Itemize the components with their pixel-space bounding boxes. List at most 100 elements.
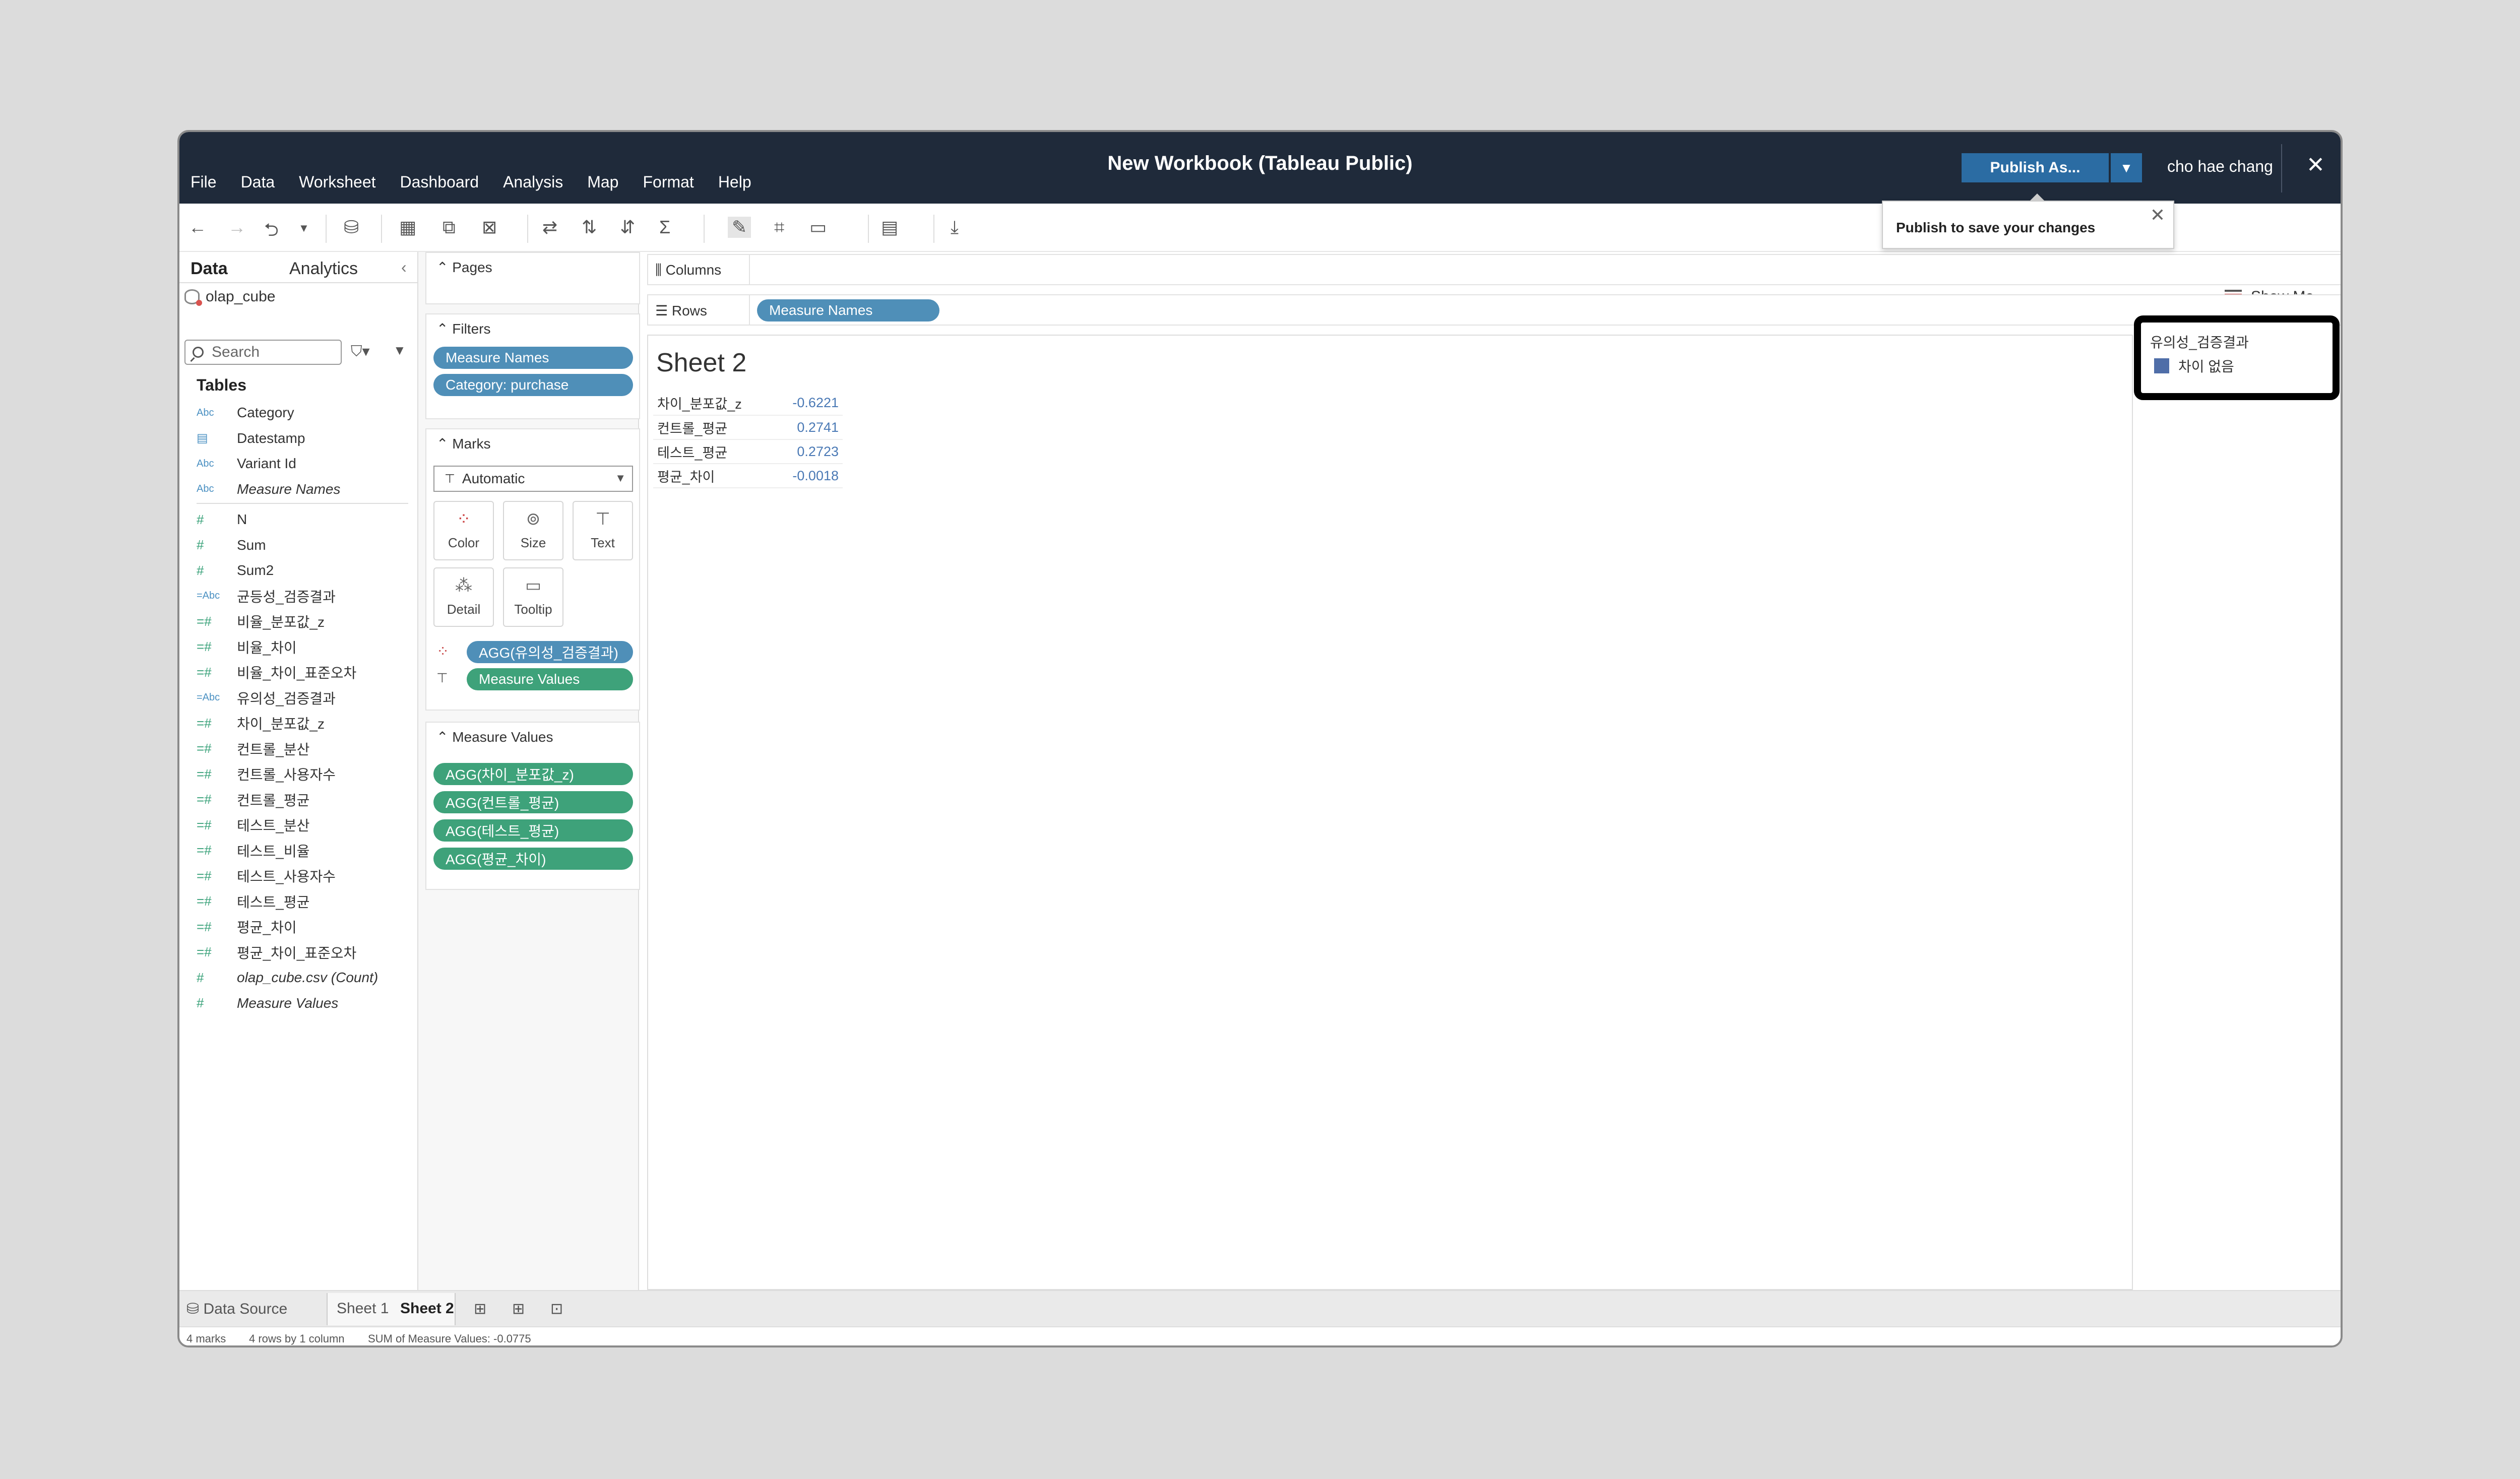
- tab-sheet-1[interactable]: Sheet 1: [337, 1300, 389, 1317]
- field-item[interactable]: =# 비율_분포값_z: [197, 609, 408, 634]
- marks-text-pill[interactable]: Measure Values: [467, 668, 633, 690]
- table-row[interactable]: 차이_분포값_z -0.6221: [653, 391, 843, 416]
- field-item[interactable]: =# 평균_차이_표준오차: [197, 940, 408, 966]
- publish-as-button[interactable]: Publish As...: [1962, 153, 2109, 182]
- close-icon[interactable]: ✕: [2150, 205, 2165, 226]
- table-row[interactable]: 컨트롤_평균 0.2741: [653, 415, 843, 440]
- field-item[interactable]: =Abc 유의성_검증결과: [197, 685, 408, 711]
- field-item[interactable]: =# 테스트_비율: [197, 838, 408, 864]
- close-icon[interactable]: ✕: [2306, 152, 2325, 178]
- size-button[interactable]: ⊚ Size: [503, 501, 563, 560]
- field-item[interactable]: =# 컨트롤_평균: [197, 787, 408, 813]
- duplicate-sheet-icon[interactable]: ⧉: [443, 217, 456, 238]
- field-item[interactable]: # olap_cube.csv (Count): [197, 965, 408, 991]
- menu-data[interactable]: Data: [241, 173, 275, 191]
- field-item[interactable]: =# 평균_차이: [197, 914, 408, 940]
- field-item[interactable]: =# 테스트_평균: [197, 889, 408, 915]
- rows-shelf[interactable]: ☰ Rows Measure Names: [647, 294, 2341, 326]
- new-story-icon[interactable]: ⊡: [550, 1300, 563, 1318]
- legend-area: [2135, 335, 2341, 1290]
- color-button[interactable]: ⁘ Color: [433, 501, 494, 560]
- highlight-icon[interactable]: ✎: [728, 217, 751, 238]
- chevron-down-icon[interactable]: ▼: [298, 222, 309, 235]
- new-datasource-icon[interactable]: ⛁: [344, 217, 359, 238]
- sort-descending-icon[interactable]: ⇵: [620, 217, 635, 238]
- measure-value-pill[interactable]: AGG(차이_분포값_z): [433, 763, 633, 785]
- tab-data-source[interactable]: ⛁ Data Source: [186, 1300, 287, 1318]
- tooltip-button[interactable]: ▭ Tooltip: [503, 567, 563, 627]
- totals-icon[interactable]: Σ: [659, 217, 670, 238]
- status-sum: SUM of Measure Values: -0.0775: [368, 1332, 531, 1345]
- field-item[interactable]: Abc Measure Names: [197, 477, 408, 502]
- new-worksheet-icon[interactable]: ▦: [399, 217, 416, 238]
- table-row[interactable]: 평균_차이 -0.0018: [653, 464, 843, 488]
- field-item[interactable]: # N: [197, 507, 408, 533]
- undo-icon[interactable]: ←: [188, 217, 207, 238]
- collapse-icon[interactable]: ‹: [401, 258, 407, 277]
- replay-icon[interactable]: ⮌: [264, 217, 279, 247]
- menu-analysis[interactable]: Analysis: [503, 173, 563, 191]
- field-item[interactable]: # Sum2: [197, 558, 408, 584]
- filter-pill[interactable]: Category: purchase: [433, 374, 633, 396]
- field-item[interactable]: =# 비율_차이_표준오차: [197, 660, 408, 685]
- text-button[interactable]: ⊤ Text: [573, 501, 633, 560]
- pages-shelf[interactable]: ⌃ Pages: [425, 252, 640, 304]
- sort-ascending-icon[interactable]: ⇅: [582, 217, 597, 238]
- field-item[interactable]: # Measure Values: [197, 991, 408, 1016]
- menu-help[interactable]: Help: [718, 173, 751, 191]
- fit-icon[interactable]: ▭: [809, 217, 827, 238]
- field-item[interactable]: Abc Variant Id: [197, 451, 408, 477]
- field-item[interactable]: Abc Category: [197, 400, 408, 426]
- rows-pill[interactable]: Measure Names: [757, 299, 939, 321]
- field-item[interactable]: =# 컨트롤_분산: [197, 736, 408, 762]
- clear-sheet-icon[interactable]: ⊠: [482, 217, 497, 238]
- divider: [933, 215, 934, 243]
- worksheet-view[interactable]: Sheet 2 차이_분포값_z -0.6221 컨트롤_평균 0.2741 테스트…: [647, 335, 2133, 1290]
- download-icon[interactable]: ⤓: [951, 217, 959, 238]
- datasource-item[interactable]: olap_cube: [184, 288, 275, 306]
- label-icon[interactable]: ⌗: [774, 217, 784, 238]
- color-legend[interactable]: 유의성_검증결과 차이 없음: [2134, 315, 2340, 400]
- swap-icon[interactable]: ⇄: [542, 217, 557, 238]
- new-dashboard-icon[interactable]: ⊞: [512, 1300, 525, 1318]
- new-worksheet-icon[interactable]: ⊞: [474, 1300, 486, 1318]
- publish-dropdown-button[interactable]: ▼: [2111, 153, 2142, 182]
- filter-pill[interactable]: Measure Names: [433, 347, 633, 369]
- search-input[interactable]: Search: [184, 340, 342, 365]
- menu-worksheet[interactable]: Worksheet: [299, 173, 375, 191]
- legend-item[interactable]: 차이 없음: [2154, 356, 2234, 376]
- marks-color-pill[interactable]: AGG(유의성_검증결과): [467, 641, 633, 663]
- tab-analytics[interactable]: Analytics: [289, 259, 358, 279]
- table-row[interactable]: 테스트_평균 0.2723: [653, 439, 843, 464]
- filters-shelf[interactable]: ⌃ Filters Measure Names Category: purcha…: [425, 313, 640, 419]
- divider: [749, 255, 750, 284]
- presentation-icon[interactable]: ▤: [881, 217, 898, 238]
- field-item[interactable]: # Sum: [197, 533, 408, 558]
- user-name[interactable]: cho hae chang: [2167, 157, 2273, 176]
- mark-type-select[interactable]: ⊤ Automatic ▼: [433, 466, 633, 492]
- measure-value-pill[interactable]: AGG(테스트_평균): [433, 819, 633, 842]
- field-item[interactable]: =Abc 균등성_검증결과: [197, 584, 408, 609]
- menu-format[interactable]: Format: [643, 173, 694, 191]
- columns-shelf[interactable]: ⫼ Columns: [647, 254, 2341, 285]
- field-item[interactable]: =# 컨트롤_사용자수: [197, 761, 408, 787]
- field-item[interactable]: =# 차이_분포값_z: [197, 711, 408, 736]
- tab-sheet-2[interactable]: Sheet 2: [400, 1300, 454, 1317]
- menu-file[interactable]: File: [191, 173, 217, 191]
- field-item[interactable]: ▤ Datestamp: [197, 426, 408, 452]
- detail-button[interactable]: ⁂ Detail: [433, 567, 494, 627]
- menu-map[interactable]: Map: [587, 173, 618, 191]
- redo-icon[interactable]: →: [228, 217, 246, 238]
- filter-icon[interactable]: ⛉▾: [351, 343, 370, 360]
- field-item[interactable]: =# 테스트_분산: [197, 812, 408, 838]
- chevron-down-icon[interactable]: ▼: [393, 343, 406, 358]
- sheet-tab-bar: ⛁ Data Source Sheet 1 Sheet 2 ⊞ ⊞ ⊡: [179, 1290, 2341, 1326]
- field-item[interactable]: =# 비율_차이: [197, 634, 408, 660]
- field-item[interactable]: =# 테스트_사용자수: [197, 863, 408, 889]
- tab-data[interactable]: Data: [187, 259, 231, 287]
- measure-value-pill[interactable]: AGG(컨트롤_평균): [433, 791, 633, 813]
- menu-dashboard[interactable]: Dashboard: [400, 173, 479, 191]
- measure-values-card[interactable]: ⌃ Measure Values AGG(차이_분포값_z) AGG(컨트롤_평…: [425, 722, 640, 890]
- status-rows: 4 rows by 1 column: [249, 1332, 345, 1345]
- measure-value-pill[interactable]: AGG(평균_차이): [433, 848, 633, 870]
